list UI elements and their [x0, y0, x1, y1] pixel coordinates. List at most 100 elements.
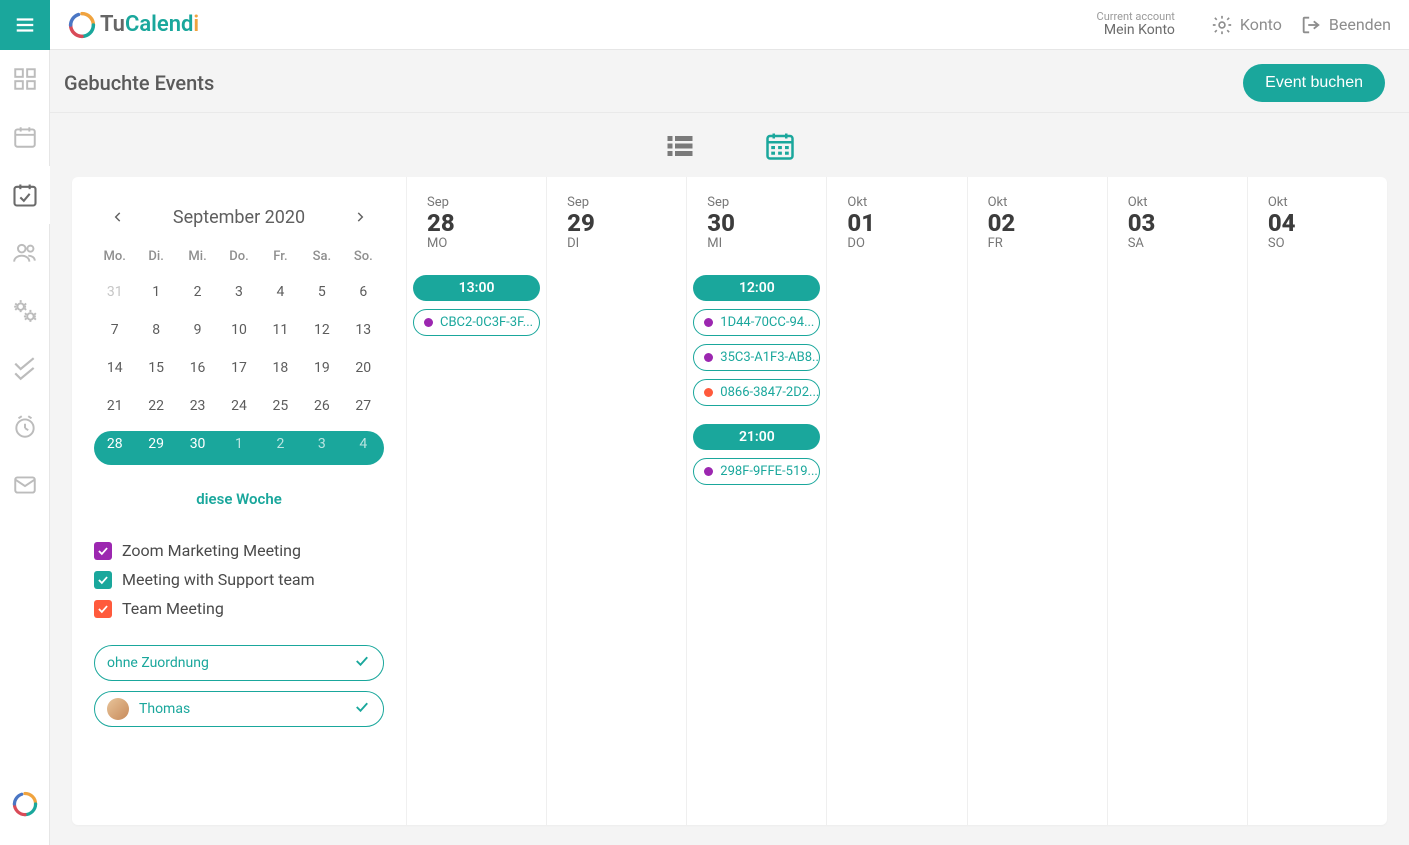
content-card: September 2020 Mo.Di.Mi.Do.Fr.Sa.So.3112… — [72, 177, 1387, 825]
sidebar-item-reminders[interactable] — [0, 398, 50, 456]
day-column — [1247, 263, 1387, 825]
mini-cal-day[interactable]: 22 — [135, 390, 176, 422]
mini-cal-day[interactable]: 1 — [135, 276, 176, 308]
filter-checkbox[interactable] — [94, 542, 112, 560]
mini-cal-next[interactable] — [346, 203, 374, 231]
sidebar-item-grid[interactable] — [0, 50, 50, 108]
event-label: CBC2-0C3F-3F... — [440, 315, 533, 330]
event-color-dot — [704, 388, 713, 397]
mini-cal-day[interactable]: 18 — [260, 352, 301, 384]
event-chip[interactable]: 1D44-70CC-94... — [693, 309, 820, 336]
filter-row[interactable]: Team Meeting — [94, 594, 384, 623]
mini-cal-day[interactable]: 27 — [343, 390, 384, 422]
event-label: 1D44-70CC-94... — [720, 315, 814, 330]
day-header[interactable]: Sep29DI — [546, 177, 686, 263]
mini-cal-day[interactable]: 7 — [94, 314, 135, 346]
hamburger-button[interactable] — [0, 0, 50, 50]
filter-checkbox[interactable] — [94, 571, 112, 589]
event-chip[interactable]: 35C3-A1F3-AB8... — [693, 344, 820, 371]
mini-cal-prev[interactable] — [104, 203, 132, 231]
user-filters: ohne Zuordnung Thomas — [94, 645, 384, 727]
day-header[interactable]: Okt03SA — [1107, 177, 1247, 263]
mini-cal-day[interactable]: 16 — [177, 352, 218, 384]
mini-cal-day[interactable]: 28 — [94, 428, 135, 460]
mini-cal-day[interactable]: 17 — [218, 352, 259, 384]
day-header-month: Okt — [847, 195, 966, 210]
mini-cal-day[interactable]: 10 — [218, 314, 259, 346]
day-header-num: 02 — [988, 210, 1107, 236]
mini-cal-day[interactable]: 25 — [260, 390, 301, 422]
day-header[interactable]: Okt02FR — [967, 177, 1107, 263]
filter-row[interactable]: Meeting with Support team — [94, 565, 384, 594]
mini-cal-day[interactable]: 12 — [301, 314, 342, 346]
sidebar-logo-small[interactable] — [0, 775, 50, 833]
day-header[interactable]: Sep28MO — [407, 177, 546, 263]
mini-cal-day[interactable]: 9 — [177, 314, 218, 346]
brand-part3: i — [193, 12, 199, 37]
mini-cal-day[interactable]: 5 — [301, 276, 342, 308]
day-header[interactable]: Okt01DO — [826, 177, 966, 263]
day-header-num: 01 — [847, 210, 966, 236]
event-color-dot — [424, 318, 433, 327]
book-event-button[interactable]: Event buchen — [1243, 64, 1385, 102]
page-header: Gebuchte Events Event buchen — [50, 50, 1409, 113]
day-headers: Sep28MOSep29DISep30MIOkt01DOOkt02FROkt03… — [407, 177, 1387, 263]
mini-cal-day[interactable]: 29 — [135, 428, 176, 460]
mini-cal-day[interactable]: 4 — [260, 276, 301, 308]
sidebar-rail — [0, 0, 50, 845]
view-list-button[interactable] — [665, 131, 695, 165]
time-slot-pill[interactable]: 21:00 — [693, 424, 820, 450]
user-pill[interactable]: Thomas — [94, 691, 384, 727]
brand-logo[interactable]: TuCalendi — [68, 11, 199, 39]
sidebar-item-bookings[interactable] — [0, 166, 50, 224]
mini-cal-day[interactable]: 13 — [343, 314, 384, 346]
event-color-dot — [704, 318, 713, 327]
event-chip[interactable]: CBC2-0C3F-3F... — [413, 309, 540, 336]
mini-cal-day[interactable]: 8 — [135, 314, 176, 346]
sidebar-item-team[interactable] — [0, 224, 50, 282]
mini-cal-day[interactable]: 20 — [343, 352, 384, 384]
this-week-link[interactable]: diese Woche — [94, 490, 384, 508]
day-header[interactable]: Okt04SO — [1247, 177, 1387, 263]
day-header-dow: SA — [1128, 236, 1247, 251]
mini-cal-day[interactable]: 2 — [260, 428, 301, 460]
mini-cal-day[interactable]: 2 — [177, 276, 218, 308]
mini-cal-day[interactable]: 23 — [177, 390, 218, 422]
sidebar-item-calendar[interactable] — [0, 108, 50, 166]
mini-cal-day[interactable]: 21 — [94, 390, 135, 422]
mini-cal-day[interactable]: 26 — [301, 390, 342, 422]
brand-part2: Calend — [125, 12, 193, 37]
logout-link[interactable]: Beenden — [1300, 14, 1391, 36]
mini-cal-day[interactable]: 31 — [94, 276, 135, 308]
konto-link[interactable]: Konto — [1211, 14, 1282, 36]
day-header-dow: DO — [847, 236, 966, 251]
mini-cal-day[interactable]: 19 — [301, 352, 342, 384]
sidebar-item-mail[interactable] — [0, 456, 50, 514]
event-chip[interactable]: 298F-9FFE-519... — [693, 458, 820, 485]
week-view: Sep28MOSep29DISep30MIOkt01DOOkt02FROkt03… — [407, 177, 1387, 825]
mini-cal-day[interactable]: 15 — [135, 352, 176, 384]
mini-cal-day[interactable]: 3 — [218, 276, 259, 308]
sidebar-item-settings[interactable] — [0, 282, 50, 340]
mini-cal-day[interactable]: 6 — [343, 276, 384, 308]
time-slot-pill[interactable]: 12:00 — [693, 275, 820, 301]
sidebar-item-tasks[interactable] — [0, 340, 50, 398]
filter-row[interactable]: Zoom Marketing Meeting — [94, 536, 384, 565]
mini-cal-title: September 2020 — [173, 207, 305, 228]
filter-checkbox[interactable] — [94, 600, 112, 618]
view-calendar-button[interactable] — [765, 131, 795, 165]
mini-cal-day[interactable]: 14 — [94, 352, 135, 384]
mini-cal-day[interactable]: 30 — [177, 428, 218, 460]
mini-cal-day[interactable]: 24 — [218, 390, 259, 422]
logout-label: Beenden — [1329, 15, 1391, 34]
day-header[interactable]: Sep30MI — [686, 177, 826, 263]
time-slot-pill[interactable]: 13:00 — [413, 275, 540, 301]
mini-cal-day[interactable]: 1 — [218, 428, 259, 460]
user-pill[interactable]: ohne Zuordnung — [94, 645, 384, 681]
mini-cal-day[interactable]: 11 — [260, 314, 301, 346]
day-header-month: Okt — [1128, 195, 1247, 210]
event-chip[interactable]: 0866-3847-2D2... — [693, 379, 820, 406]
mini-cal-day[interactable]: 4 — [343, 428, 384, 460]
account-switcher[interactable]: Current account Mein Konto — [1097, 11, 1175, 39]
mini-cal-day[interactable]: 3 — [301, 428, 342, 460]
